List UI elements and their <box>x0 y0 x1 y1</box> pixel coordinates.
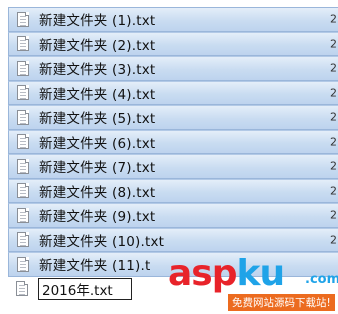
file-row[interactable]: 新建文件夹 (10).txt 2 <box>8 227 338 252</box>
text-file-icon <box>17 36 29 52</box>
file-row[interactable]: 新建文件夹 (9).txt 2 <box>8 203 338 228</box>
column-fragment: 2 <box>330 110 337 124</box>
column-fragment: 2 <box>330 37 337 51</box>
column-fragment: 2 <box>330 61 337 75</box>
file-name: 新建文件夹 (6).txt <box>39 135 156 152</box>
file-row[interactable]: 新建文件夹 (8).txt 2 <box>8 178 338 203</box>
file-name: 新建文件夹 (1).txt <box>39 13 156 30</box>
rename-input[interactable] <box>38 277 132 300</box>
text-file-icon <box>17 232 29 248</box>
file-name: 新建文件夹 (10).txt <box>39 233 165 250</box>
column-fragment: 2 <box>330 135 337 149</box>
file-row[interactable]: 新建文件夹 (4).txt 2 <box>8 80 338 105</box>
file-name: 新建文件夹 (2).txt <box>39 37 156 54</box>
file-name: 新建文件夹 (7).txt <box>39 160 156 177</box>
file-name: 新建文件夹 (11).t <box>39 258 151 275</box>
text-file-icon <box>17 183 29 199</box>
file-name: 新建文件夹 (5).txt <box>39 111 156 128</box>
file-name: 新建文件夹 (8).txt <box>39 184 156 201</box>
file-row[interactable]: 新建文件夹 (5).txt 2 <box>8 105 338 130</box>
text-file-icon <box>17 60 29 76</box>
text-file-icon <box>17 207 29 223</box>
file-row[interactable]: 新建文件夹 (1).txt 2 <box>8 7 338 32</box>
text-file-icon <box>17 158 29 174</box>
file-name: 新建文件夹 (9).txt <box>39 209 156 226</box>
text-file-icon <box>17 11 29 27</box>
file-row-renaming[interactable] <box>8 276 338 301</box>
column-fragment: 2 <box>330 159 337 173</box>
file-row[interactable]: 新建文件夹 (11).t <box>8 252 338 277</box>
text-file-icon <box>17 134 29 150</box>
file-name: 新建文件夹 (4).txt <box>39 86 156 103</box>
text-file-icon <box>16 281 28 297</box>
file-row[interactable]: 新建文件夹 (3).txt 2 <box>8 56 338 81</box>
text-file-icon <box>17 85 29 101</box>
file-name: 新建文件夹 (3).txt <box>39 62 156 79</box>
column-fragment: 2 <box>330 86 337 100</box>
file-row[interactable]: 新建文件夹 (7).txt 2 <box>8 154 338 179</box>
text-file-icon <box>17 109 29 125</box>
file-list: 新建文件夹 (1).txt 2 新建文件夹 (2).txt 2 新建文件夹 (3… <box>8 7 338 301</box>
file-row[interactable]: 新建文件夹 (6).txt 2 <box>8 129 338 154</box>
column-fragment: 2 <box>330 184 337 198</box>
column-fragment: 2 <box>330 233 337 247</box>
text-file-icon <box>17 256 29 272</box>
column-fragment: 2 <box>330 208 337 222</box>
file-explorer: 新建文件夹 (1).txt 2 新建文件夹 (2).txt 2 新建文件夹 (3… <box>0 0 338 314</box>
column-fragment: 2 <box>330 12 337 26</box>
file-row[interactable]: 新建文件夹 (2).txt 2 <box>8 31 338 56</box>
